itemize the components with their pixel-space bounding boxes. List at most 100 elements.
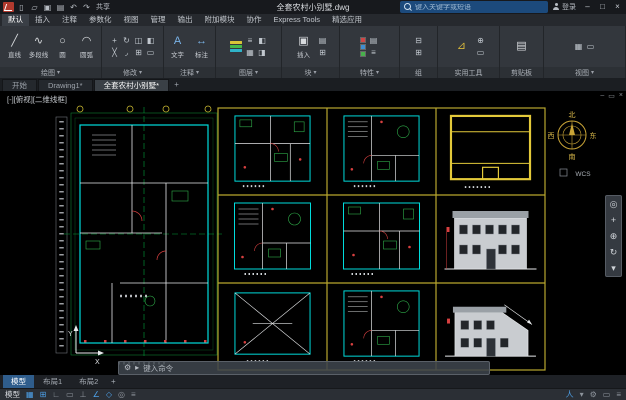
array-icon[interactable]: ⊞ bbox=[133, 47, 145, 59]
model-space-button[interactable]: 模型 bbox=[5, 389, 20, 400]
layer-properties-icon[interactable] bbox=[229, 41, 242, 52]
move-icon[interactable]: + bbox=[109, 35, 121, 47]
paste-tool[interactable]: ▤ bbox=[511, 40, 533, 53]
annotation-scale-dropdown-icon[interactable]: ▾ bbox=[580, 389, 584, 400]
customize-menu-icon[interactable]: ≡ bbox=[616, 389, 621, 400]
layer-state-icon[interactable]: ≡ bbox=[244, 35, 256, 47]
new-file-icon[interactable]: ▯ bbox=[16, 1, 27, 14]
panel-label-clipboard[interactable]: 剪贴板 bbox=[500, 67, 543, 78]
tab-express-tools[interactable]: Express Tools bbox=[268, 14, 327, 26]
erase-icon[interactable]: ▭ bbox=[145, 47, 157, 59]
open-file-icon[interactable]: ▱ bbox=[29, 1, 40, 14]
circle-tool[interactable]: ○ 圆 bbox=[52, 35, 74, 59]
print-icon[interactable]: ▤ bbox=[55, 1, 66, 14]
file-tab-active-document[interactable]: 全套农村小别墅* bbox=[94, 79, 169, 91]
zoom-icon[interactable]: ⊕ bbox=[606, 228, 621, 244]
lineweight-toggle-icon[interactable]: ≡ bbox=[131, 389, 136, 400]
panel-label-annotate[interactable]: 注释 ▾ bbox=[164, 67, 215, 78]
fillet-icon[interactable]: ◞ bbox=[121, 47, 133, 59]
viewport-label[interactable]: [-][俯视][二维线框] bbox=[7, 94, 67, 104]
doc-close-icon[interactable]: × bbox=[619, 92, 623, 100]
object-snap-tracking-icon[interactable]: ◎ bbox=[118, 389, 125, 400]
tab-annotate[interactable]: 注释 bbox=[56, 14, 83, 26]
drawing-canvas[interactable]: – ▭ × bbox=[0, 91, 626, 375]
side-elevation-cell[interactable] bbox=[445, 305, 536, 356]
schedule-strip[interactable] bbox=[56, 117, 67, 353]
tab-featured-apps[interactable]: 精选应用 bbox=[326, 14, 368, 26]
minimize-button[interactable]: – bbox=[580, 0, 595, 13]
polyline-tool[interactable]: ∿ 多段线 bbox=[28, 35, 50, 59]
command-line[interactable]: ⚙ ▸ 键入命令 bbox=[118, 361, 490, 375]
front-elevation-cell[interactable] bbox=[445, 211, 537, 269]
file-tab-start[interactable]: 开始 bbox=[2, 79, 37, 91]
floor-plan-cell-5[interactable] bbox=[344, 291, 419, 361]
red-swatch[interactable] bbox=[360, 37, 366, 43]
color-swatches[interactable] bbox=[360, 37, 366, 57]
line-tool[interactable]: ╱ 直线 bbox=[4, 35, 26, 59]
panel-label-layers[interactable]: 图层 ▾ bbox=[216, 67, 281, 78]
copy-icon[interactable]: ◫ bbox=[133, 35, 145, 47]
layer-isolate-icon[interactable]: ◧ bbox=[256, 35, 268, 47]
undo-icon[interactable]: ↶ bbox=[68, 1, 79, 14]
panel-label-draw[interactable]: 绘图 ▾ bbox=[0, 67, 101, 78]
new-tab-button[interactable]: + bbox=[170, 79, 183, 91]
tab-insert[interactable]: 插入 bbox=[29, 14, 56, 26]
tab-manage[interactable]: 管理 bbox=[145, 14, 172, 26]
lineweight-list-icon[interactable]: ≡ bbox=[368, 47, 380, 59]
command-customize-icon[interactable]: ⚙ bbox=[124, 362, 131, 374]
close-button[interactable]: × bbox=[610, 0, 625, 13]
quick-select-icon[interactable]: ▭ bbox=[475, 47, 487, 59]
redo-icon[interactable]: ↷ bbox=[81, 1, 92, 14]
text-tool[interactable]: A 文字 bbox=[167, 35, 189, 59]
polar-tracking-icon[interactable]: ∠ bbox=[93, 389, 100, 400]
tab-parametric[interactable]: 参数化 bbox=[83, 14, 118, 26]
panel-label-properties[interactable]: 特性 ▾ bbox=[340, 67, 399, 78]
blue-swatch[interactable] bbox=[360, 44, 366, 50]
tab-collaborate[interactable]: 协作 bbox=[241, 14, 268, 26]
floor-plan-cell-3[interactable] bbox=[235, 203, 311, 274]
infer-constraints-icon[interactable]: ∟ bbox=[52, 389, 60, 400]
floor-plan-cell-2[interactable] bbox=[344, 116, 419, 186]
doc-minimize-icon[interactable]: – bbox=[600, 92, 604, 100]
roof-plan-cell[interactable] bbox=[451, 116, 530, 187]
panel-label-view[interactable]: 视图 ▾ bbox=[544, 67, 625, 78]
new-layout-button[interactable]: + bbox=[107, 377, 119, 386]
trim-icon[interactable]: ╳ bbox=[109, 47, 121, 59]
arc-tool[interactable]: ◠ 圆弧 bbox=[76, 35, 98, 59]
signin-label[interactable]: 登录 bbox=[562, 2, 576, 12]
main-floor-plan[interactable] bbox=[64, 106, 222, 363]
tab-view[interactable]: 视图 bbox=[118, 14, 145, 26]
layer-lock-icon[interactable]: ◨ bbox=[256, 47, 268, 59]
layout-tab-model[interactable]: 模型 bbox=[3, 375, 34, 388]
edit-block-icon[interactable]: ⊞ bbox=[317, 47, 329, 59]
group-icon[interactable]: ⊟ bbox=[413, 35, 425, 47]
floor-plan-cell-4[interactable] bbox=[344, 203, 420, 274]
navigation-wheel-icon[interactable]: ◎ bbox=[606, 196, 621, 212]
layout-tab-layout2[interactable]: 布局2 bbox=[71, 375, 106, 388]
annotation-visibility-icon[interactable]: 人 bbox=[566, 389, 574, 400]
measure-tool[interactable]: ⊿ bbox=[451, 40, 473, 53]
save-icon[interactable]: ▣ bbox=[42, 1, 53, 14]
wcs-indicator[interactable]: WCS bbox=[560, 169, 591, 178]
help-search-box[interactable] bbox=[400, 1, 548, 13]
layout-tab-layout1[interactable]: 布局1 bbox=[35, 375, 70, 388]
match-properties-icon[interactable]: ▤ bbox=[368, 35, 380, 47]
ungroup-icon[interactable]: ⊞ bbox=[413, 47, 425, 59]
app-logo[interactable] bbox=[3, 2, 14, 12]
floor-plan-cell-1[interactable] bbox=[235, 116, 310, 186]
create-block-icon[interactable]: ▤ bbox=[317, 35, 329, 47]
mirror-icon[interactable]: ◧ bbox=[145, 35, 157, 47]
panel-label-utilities[interactable]: 实用工具 bbox=[438, 67, 499, 78]
insert-block-tool[interactable]: ▣ 插入 bbox=[293, 35, 315, 59]
id-point-icon[interactable]: ⊕ bbox=[475, 35, 487, 47]
share-button[interactable]: 共享 bbox=[96, 2, 110, 12]
command-input[interactable]: 键入命令 bbox=[143, 363, 173, 374]
snap-toggle-icon[interactable]: ⊞ bbox=[40, 389, 47, 400]
orbit-icon[interactable]: ↻ bbox=[606, 244, 621, 260]
tab-default[interactable]: 默认 bbox=[2, 14, 29, 26]
doc-restore-icon[interactable]: ▭ bbox=[608, 92, 615, 100]
tab-output[interactable]: 输出 bbox=[172, 14, 199, 26]
ortho-toggle-icon[interactable]: ⊥ bbox=[80, 389, 87, 400]
panel-label-block[interactable]: 块 ▾ bbox=[282, 67, 339, 78]
named-views-icon[interactable]: ▭ bbox=[585, 41, 597, 53]
